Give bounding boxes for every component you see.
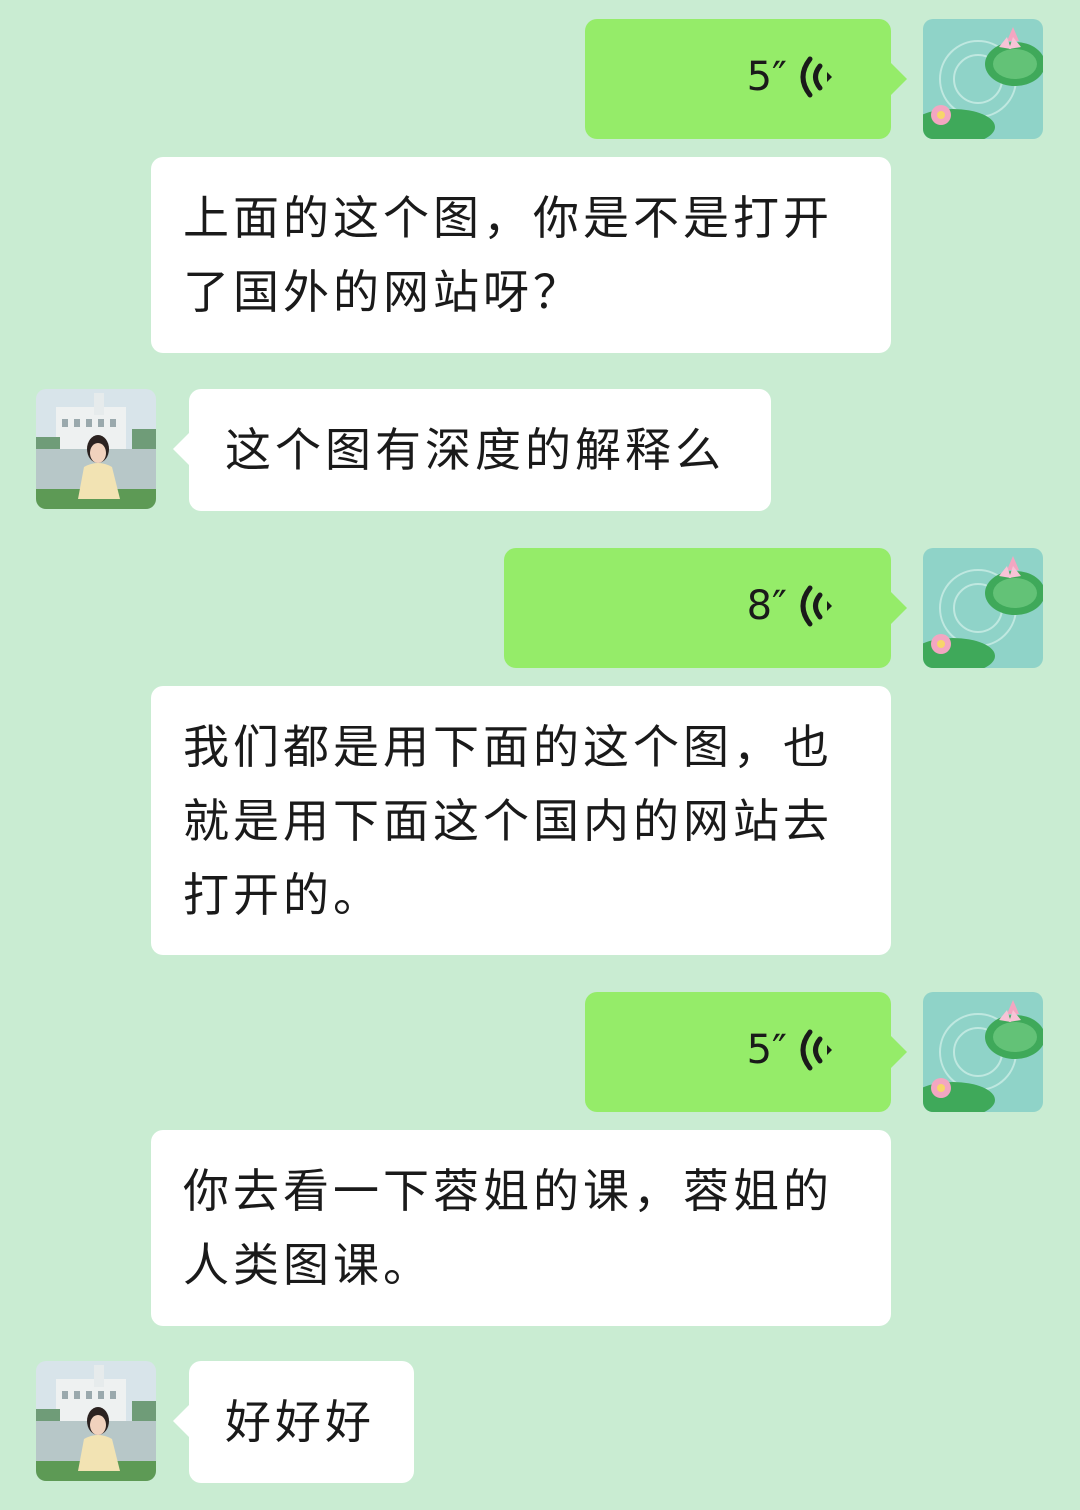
voice-wave-icon — [800, 585, 832, 627]
text-message-bubble[interactable]: 我们都是用下面的这个图，也就是用下面这个国内的网站去打开的。 — [151, 686, 891, 955]
text-message-bubble[interactable]: 这个图有深度的解释么 — [173, 389, 771, 511]
voice-row: 5″ — [747, 53, 839, 101]
message-text: 上面的这个图，你是不是打开了国外的网站呀？ — [183, 191, 833, 319]
voice-duration: 5″ — [746, 54, 787, 100]
voice-message-bubble[interactable]: 8″ — [504, 548, 907, 668]
message-text: 你去看一下蓉姐的课，蓉姐的人类图课。 — [183, 1164, 833, 1292]
message-text: 好好好 — [225, 1395, 375, 1449]
text-message-bubble[interactable]: 上面的这个图，你是不是打开了国外的网站呀？ — [151, 157, 891, 353]
woman-by-lake-avatar[interactable] — [36, 389, 156, 509]
voice-duration: 5″ — [746, 1027, 787, 1073]
voice-message-bubble[interactable]: 5″ — [585, 992, 907, 1112]
woman-by-lake-avatar[interactable] — [36, 1361, 156, 1481]
lotus-pond-avatar[interactable] — [923, 992, 1043, 1112]
voice-duration: 8″ — [746, 583, 787, 629]
lotus-pond-avatar[interactable] — [923, 19, 1043, 139]
message-text: 我们都是用下面的这个图，也就是用下面这个国内的网站去打开的。 — [183, 720, 833, 922]
lotus-pond-avatar[interactable] — [923, 548, 1043, 668]
text-message-bubble[interactable]: 好好好 — [173, 1361, 414, 1483]
voice-wave-icon — [800, 1029, 832, 1071]
message-text: 这个图有深度的解释么 — [225, 423, 725, 477]
voice-row: 5″ — [747, 1026, 839, 1074]
text-message-bubble[interactable]: 你去看一下蓉姐的课，蓉姐的人类图课。 — [151, 1130, 891, 1326]
voice-message-bubble[interactable]: 5″ — [585, 19, 907, 139]
voice-row: 8″ — [747, 582, 839, 630]
voice-wave-icon — [800, 56, 832, 98]
